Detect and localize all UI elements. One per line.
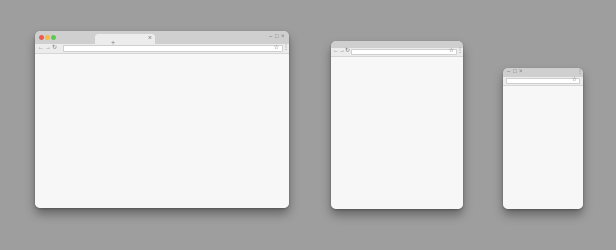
title-bar	[331, 41, 463, 48]
desktop-browser-window: × – □ × ← → ↻ ☆ + ⋮	[35, 31, 289, 208]
minimize-dot[interactable]	[45, 35, 50, 40]
zoom-dot[interactable]	[51, 35, 56, 40]
close-icon[interactable]: ×	[519, 68, 523, 77]
phone-browser-window: – □ × ⋮ ☆	[503, 68, 583, 209]
reload-icon[interactable]: ↻	[52, 44, 57, 53]
address-bar[interactable]: ☆	[63, 45, 283, 52]
title-bar: – □ × ⋮	[503, 68, 583, 77]
page-content	[35, 54, 289, 208]
back-icon[interactable]: ←	[38, 44, 44, 53]
close-dot[interactable]	[39, 35, 44, 40]
menu-icon[interactable]: ⋮	[457, 47, 463, 55]
bookmark-star-icon[interactable]: ☆	[274, 45, 279, 52]
toolbar: ☆	[503, 77, 583, 86]
minimize-icon[interactable]: –	[507, 68, 510, 77]
menu-icon[interactable]: ⋮	[283, 44, 289, 52]
address-bar[interactable]: ☆	[506, 77, 580, 84]
close-icon[interactable]: ×	[281, 33, 285, 42]
title-bar: × – □ ×	[35, 31, 289, 44]
toolbar: ← → ↻ ☆ ⋮	[331, 48, 463, 57]
bookmark-star-icon[interactable]: ☆	[449, 48, 454, 55]
menu-icon[interactable]: ⋮	[577, 68, 583, 76]
reload-icon[interactable]: ↻	[345, 47, 350, 56]
minimize-icon[interactable]: –	[269, 33, 272, 42]
bookmark-star-icon[interactable]: ☆	[572, 77, 577, 84]
tablet-browser-window: ← → ↻ ☆ ⋮	[331, 41, 463, 209]
toolbar: ← → ↻ ☆ + ⋮	[35, 40, 289, 54]
tab-close-icon[interactable]: ×	[148, 34, 152, 44]
forward-icon[interactable]: →	[45, 44, 51, 53]
browser-tab[interactable]: ×	[95, 34, 155, 44]
new-tab-plus-icon[interactable]: +	[111, 40, 115, 47]
page-content	[503, 86, 583, 209]
maximize-icon[interactable]: □	[513, 68, 517, 77]
maximize-icon[interactable]: □	[275, 33, 279, 42]
address-bar[interactable]: ☆	[351, 48, 457, 55]
page-content	[331, 57, 463, 209]
